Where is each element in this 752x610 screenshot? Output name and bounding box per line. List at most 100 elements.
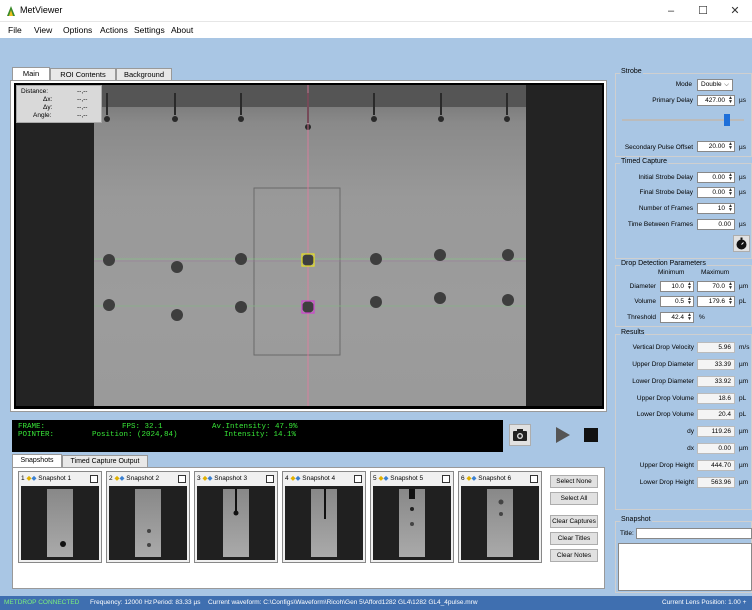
- result-value: 33.39: [697, 359, 735, 370]
- select-none-button[interactable]: Select None: [550, 475, 598, 488]
- window-title: MetViewer: [20, 5, 63, 15]
- result-label: Upper Drop Volume: [636, 395, 694, 402]
- snapshot-title-input[interactable]: [636, 528, 752, 539]
- volume-min-input[interactable]: 0.5 ▲ ▼: [660, 296, 694, 307]
- threshold-unit: %: [699, 314, 705, 321]
- result-unit: µm: [739, 445, 749, 452]
- diameter-max-input[interactable]: 70.0 ▲ ▼: [697, 281, 735, 292]
- lower-drop-icon: ◆: [31, 475, 37, 482]
- spin-icon: ▲ ▼: [728, 296, 733, 306]
- roi-box[interactable]: [253, 187, 341, 356]
- menu-file[interactable]: File: [8, 25, 22, 35]
- snapshot-checkbox[interactable]: [530, 475, 538, 483]
- secondary-offset-input[interactable]: 20.00 ▲ ▼: [697, 141, 735, 152]
- spin-icon: ▲ ▼: [728, 203, 733, 213]
- maximum-header: Maximum: [701, 269, 730, 276]
- result-unit: m/s: [739, 344, 750, 351]
- snapshot-checkbox[interactable]: [266, 475, 274, 483]
- result-value: 563.96: [697, 477, 735, 488]
- lower-drop-icon: ◆: [119, 475, 125, 482]
- play-icon: [556, 427, 570, 443]
- dx-value: --,--: [77, 96, 88, 103]
- measurement-panel: Distance: --,-- Δx: --,-- Δy: --,-- Angl…: [16, 85, 102, 123]
- minimize-button[interactable]: –: [656, 0, 686, 22]
- snapshot-card-4[interactable]: 4 ◆◆ Snapshot 4: [282, 471, 366, 563]
- result-value: 33.92: [697, 376, 735, 387]
- maximize-button[interactable]: ☐: [688, 0, 718, 22]
- snapshot-group-label: Snapshot: [620, 516, 652, 523]
- snapshot-number: 2: [109, 475, 113, 482]
- frames-input[interactable]: 10 ▲ ▼: [697, 203, 735, 214]
- final-delay-input[interactable]: 0.00 ▲ ▼: [697, 187, 735, 198]
- lower-drop-icon: ◆: [295, 475, 301, 482]
- snapshot-card-2[interactable]: 2 ◆◆ Snapshot 2: [106, 471, 190, 563]
- snapshot-notes-textarea[interactable]: [618, 543, 752, 591]
- camera-image[interactable]: [94, 85, 526, 406]
- close-button[interactable]: ✕: [720, 0, 750, 22]
- spin-icon: ▲ ▼: [728, 172, 733, 182]
- snapshot-card-1[interactable]: 1 ◆◆ Snapshot 1: [18, 471, 102, 563]
- tab-snapshots[interactable]: Snapshots: [12, 454, 62, 468]
- capture-button[interactable]: [509, 424, 531, 446]
- snapshot-title: Snapshot 4: [302, 475, 336, 482]
- stop-button[interactable]: [582, 425, 600, 445]
- snapshot-title-label: Title:: [620, 530, 634, 537]
- menu-options[interactable]: Options: [63, 25, 92, 35]
- lower-drop-icon: ◆: [383, 475, 389, 482]
- fps-text: FPS: 32.1: [122, 423, 163, 431]
- result-value: 18.6: [697, 393, 735, 404]
- period-text: Period: 83.33 µs: [153, 599, 201, 606]
- result-value: 5.96: [697, 342, 735, 353]
- result-unit: pL: [739, 395, 747, 402]
- result-label: Upper Drop Diameter: [632, 361, 694, 368]
- snapshot-card-5[interactable]: 5 ◆◆ Snapshot 5: [370, 471, 454, 563]
- spin-icon: ▲ ▼: [728, 95, 733, 105]
- time-between-unit: µs: [739, 221, 746, 228]
- result-label: Lower Drop Volume: [636, 411, 694, 418]
- menu-about[interactable]: About: [171, 25, 193, 35]
- snapshot-number: 6: [461, 475, 465, 482]
- lower-drop-icon: ◆: [207, 475, 213, 482]
- time-between-input[interactable]: 0.00: [697, 219, 735, 230]
- clear-notes-button[interactable]: Clear Notes: [550, 549, 598, 562]
- dy-label: Δy:: [43, 104, 53, 111]
- result-unit: µm: [739, 479, 749, 486]
- snapshot-checkbox[interactable]: [178, 475, 186, 483]
- clear-titles-button[interactable]: Clear Titles: [550, 532, 598, 545]
- initial-delay-unit: µs: [739, 174, 746, 181]
- drops: [103, 249, 514, 321]
- snapshot-checkbox[interactable]: [354, 475, 362, 483]
- final-delay-value: 0.00: [712, 189, 725, 196]
- snapshot-card-6[interactable]: 6 ◆◆ Snapshot 6: [458, 471, 542, 563]
- menu-settings[interactable]: Settings: [134, 25, 165, 35]
- pointer-label: POINTER:: [18, 431, 55, 439]
- drop-detection-group-label: Drop Detection Parameters: [620, 260, 707, 267]
- menu-actions[interactable]: Actions: [100, 25, 128, 35]
- diameter-min-input[interactable]: 10.0 ▲ ▼: [660, 281, 694, 292]
- snapshot-checkbox[interactable]: [442, 475, 450, 483]
- snapshot-title: Snapshot 5: [390, 475, 424, 482]
- primary-delay-input[interactable]: 427.00 ▲ ▼: [697, 95, 735, 106]
- snapshot-title: Snapshot 3: [214, 475, 248, 482]
- menu-view[interactable]: View: [34, 25, 52, 35]
- stop-icon: [584, 428, 598, 442]
- slider-thumb[interactable]: [723, 114, 730, 126]
- select-all-button[interactable]: Select All: [550, 492, 598, 505]
- spin-icon: ▲ ▼: [687, 281, 692, 291]
- result-value: 119.26: [697, 426, 735, 437]
- snapshot-card-3[interactable]: 3 ◆◆ Snapshot 3: [194, 471, 278, 563]
- snapshot-checkbox[interactable]: [90, 475, 98, 483]
- primary-delay-unit: µs: [739, 97, 746, 104]
- primary-delay-value: 427.00: [705, 97, 725, 104]
- clear-captures-button[interactable]: Clear Captures: [550, 515, 598, 528]
- menu-bar: File View Options Actions Settings About: [0, 22, 752, 38]
- tab-main[interactable]: Main: [12, 67, 50, 81]
- snapshot-image: [109, 486, 187, 560]
- mode-select[interactable]: Double ⌵: [697, 79, 733, 91]
- play-button[interactable]: [553, 424, 573, 446]
- dy-value: --,--: [77, 104, 88, 111]
- initial-delay-input[interactable]: 0.00 ▲ ▼: [697, 172, 735, 183]
- start-timed-capture-button[interactable]: [733, 235, 750, 252]
- volume-max-input[interactable]: 179.6 ▲ ▼: [697, 296, 735, 307]
- threshold-input[interactable]: 42.4 ▲ ▼: [660, 312, 694, 323]
